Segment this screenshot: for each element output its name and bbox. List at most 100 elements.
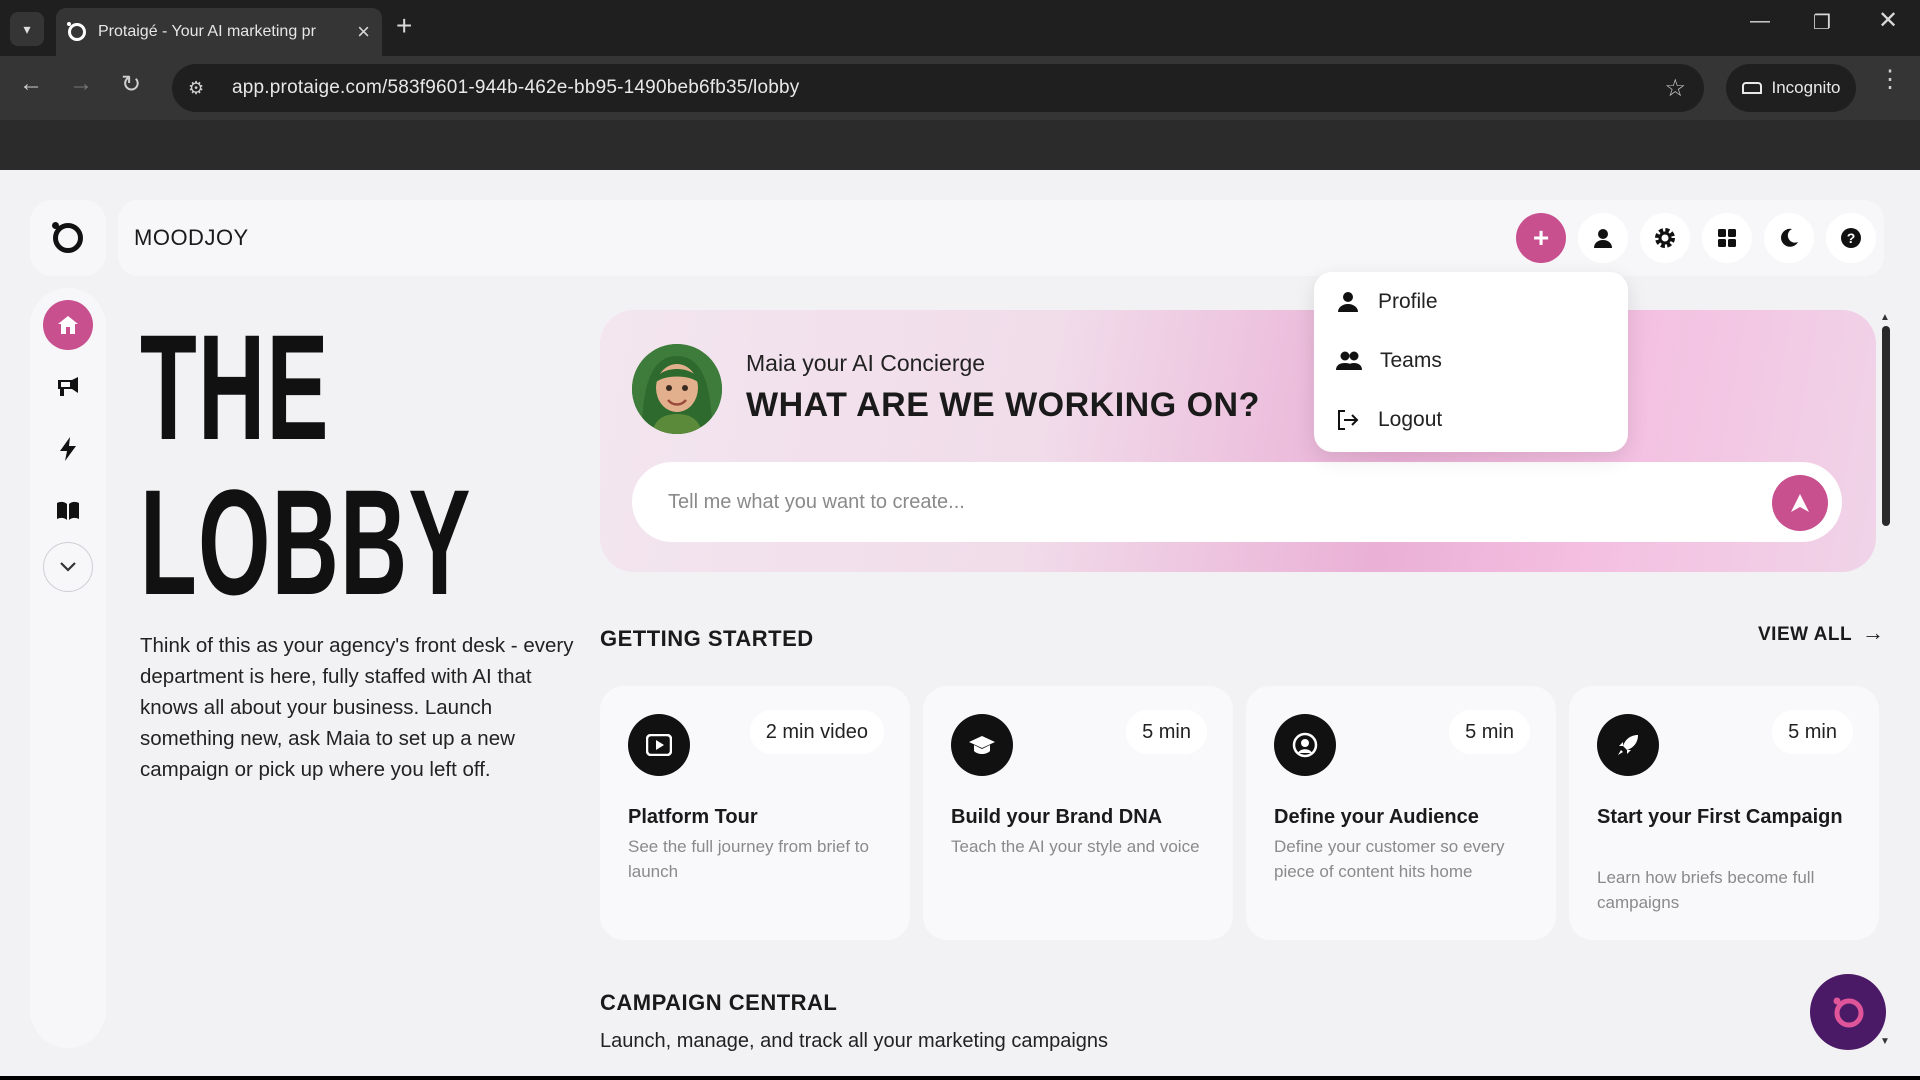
bookmark-star-icon[interactable]: ☆ bbox=[1664, 74, 1686, 103]
card-title: Define your Audience bbox=[1274, 806, 1479, 828]
duration-badge: 5 min bbox=[1126, 710, 1207, 754]
tab-strip: ▾ Protaigé - Your AI marketing pr × + — … bbox=[0, 0, 1920, 56]
incognito-indicator[interactable]: Incognito bbox=[1726, 64, 1856, 112]
app-logo[interactable] bbox=[30, 200, 106, 276]
tab-close-icon[interactable]: × bbox=[357, 21, 370, 43]
apps-grid-button[interactable] bbox=[1702, 213, 1752, 263]
tab-title: Protaigé - Your AI marketing pr bbox=[98, 23, 316, 40]
arrow-right-icon[interactable]: → bbox=[1862, 620, 1884, 646]
chevron-down-icon bbox=[60, 562, 76, 572]
chat-assistant-button[interactable] bbox=[1810, 974, 1886, 1050]
card-title: Build your Brand DNA bbox=[951, 806, 1163, 828]
workspace-name: MOODJOY bbox=[134, 225, 249, 250]
menu-item-label: Teams bbox=[1380, 349, 1442, 372]
screen-bottom-edge bbox=[0, 1076, 1920, 1080]
send-arrow-icon bbox=[1791, 494, 1809, 512]
back-button[interactable]: ← bbox=[14, 70, 48, 98]
card-platform-tour[interactable]: 2 min video Platform Tour See the full j… bbox=[600, 686, 910, 940]
card-title: Platform Tour bbox=[628, 806, 758, 828]
assistant-logo-icon bbox=[1833, 997, 1864, 1028]
send-button[interactable] bbox=[1772, 475, 1828, 531]
sidebar bbox=[30, 288, 106, 1048]
logo-icon bbox=[52, 222, 83, 253]
menu-item-teams[interactable]: Teams bbox=[1336, 341, 1442, 381]
site-info-icon[interactable]: ⚙ bbox=[188, 78, 214, 99]
menu-item-logout[interactable]: Logout bbox=[1336, 400, 1442, 440]
moon-icon bbox=[1781, 228, 1798, 247]
concierge-headline: WHAT ARE WE WORKING ON? bbox=[746, 386, 1260, 424]
sidebar-item-library[interactable] bbox=[43, 486, 93, 536]
dark-mode-button[interactable] bbox=[1764, 213, 1814, 263]
duration-badge: 2 min video bbox=[749, 710, 884, 754]
minimize-button[interactable]: — bbox=[1740, 10, 1780, 33]
card-brand-dna[interactable]: 5 min Build your Brand DNA Teach the AI … bbox=[923, 686, 1233, 940]
concierge-label: Maia your AI Concierge bbox=[746, 350, 986, 376]
incognito-label: Incognito bbox=[1771, 78, 1841, 97]
browser-toolbar: ← → ↻ ⚙ app.protaige.com/583f9601-944b-4… bbox=[0, 56, 1920, 120]
menu-item-label: Profile bbox=[1378, 290, 1438, 313]
lobby-intro: Think of this as your agency's front des… bbox=[140, 634, 574, 781]
forward-button[interactable]: → bbox=[64, 70, 98, 98]
card-description: See the full journey from brief to launc… bbox=[628, 837, 869, 881]
new-tab-button[interactable]: + bbox=[396, 12, 412, 40]
page-title-line1: THE bbox=[140, 303, 330, 471]
grid-icon bbox=[1718, 229, 1736, 247]
restore-button[interactable]: ❐ bbox=[1802, 10, 1842, 35]
tab-search-button[interactable]: ▾ bbox=[10, 12, 44, 46]
card-description: Teach the AI your style and voice bbox=[951, 837, 1200, 856]
browser-menu-icon[interactable]: ⋮ bbox=[1878, 68, 1902, 92]
card-first-campaign[interactable]: 5 min Start your First Campaign Learn ho… bbox=[1569, 686, 1879, 940]
play-icon bbox=[628, 714, 690, 776]
browser-tab[interactable]: Protaigé - Your AI marketing pr × bbox=[56, 8, 382, 56]
campaign-central-heading: CAMPAIGN CENTRAL bbox=[600, 990, 838, 1015]
create-new-button[interactable]: + bbox=[1516, 213, 1566, 263]
sidebar-expand-button[interactable] bbox=[43, 542, 93, 592]
view-all-link[interactable]: VIEW ALL bbox=[1758, 624, 1852, 646]
incognito-icon bbox=[1741, 82, 1762, 94]
lightning-icon bbox=[60, 437, 76, 461]
settings-button[interactable] bbox=[1640, 213, 1690, 263]
maia-concierge-panel: Maia your AI Concierge WHAT ARE WE WORKI… bbox=[600, 310, 1876, 572]
card-define-audience[interactable]: 5 min Define your Audience Define your c… bbox=[1246, 686, 1556, 940]
scroll-down-arrow[interactable]: ▼ bbox=[1880, 1036, 1890, 1047]
user-menu-button[interactable] bbox=[1578, 213, 1628, 263]
card-title: Start your First Campaign bbox=[1597, 806, 1843, 828]
duration-badge: 5 min bbox=[1449, 710, 1530, 754]
duration-badge: 5 min bbox=[1772, 710, 1853, 754]
person-icon bbox=[1338, 292, 1358, 312]
user-dropdown-menu: Profile Teams Logout bbox=[1314, 272, 1628, 452]
svg-text:?: ? bbox=[1847, 230, 1856, 246]
sidebar-item-home[interactable] bbox=[43, 300, 93, 350]
favicon-icon bbox=[67, 22, 86, 41]
scroll-up-arrow[interactable]: ▲ bbox=[1880, 312, 1890, 323]
people-icon bbox=[1336, 351, 1362, 370]
prompt-input[interactable] bbox=[668, 462, 1748, 542]
scrollbar-thumb[interactable] bbox=[1882, 326, 1890, 526]
home-icon bbox=[58, 316, 78, 334]
gear-icon bbox=[1655, 228, 1675, 248]
card-description: Learn how briefs become full campaigns bbox=[1597, 868, 1815, 912]
card-description: Define your customer so every piece of c… bbox=[1274, 837, 1505, 881]
sidebar-item-automations[interactable] bbox=[43, 424, 93, 474]
rocket-icon bbox=[1597, 714, 1659, 776]
getting-started-heading: GETTING STARTED bbox=[600, 626, 814, 651]
help-icon: ? bbox=[1841, 228, 1861, 248]
prompt-box bbox=[632, 462, 1842, 542]
page-title-line2: LOBBY bbox=[140, 458, 472, 626]
user-icon bbox=[1594, 229, 1612, 248]
menu-item-label: Logout bbox=[1378, 408, 1443, 431]
page-title: THE LOBBY bbox=[140, 310, 472, 620]
book-icon bbox=[57, 501, 79, 520]
help-button[interactable]: ? bbox=[1826, 213, 1876, 263]
top-header: MOODJOY + ? bbox=[118, 200, 1884, 276]
sidebar-item-campaigns[interactable] bbox=[43, 362, 93, 412]
close-window-button[interactable]: ✕ bbox=[1868, 6, 1908, 35]
menu-item-profile[interactable]: Profile bbox=[1336, 282, 1438, 322]
maia-avatar bbox=[632, 344, 722, 434]
url-text: app.protaige.com/583f9601-944b-462e-bb95… bbox=[232, 77, 800, 98]
logout-icon bbox=[1338, 410, 1359, 430]
browser-chrome: ▾ Protaigé - Your AI marketing pr × + — … bbox=[0, 0, 1920, 170]
reload-button[interactable]: ↻ bbox=[114, 70, 148, 99]
address-bar[interactable]: ⚙ app.protaige.com/583f9601-944b-462e-bb… bbox=[172, 64, 1704, 112]
app-page: MOODJOY + ? THE LOBBY Think of this as y… bbox=[0, 170, 1920, 1076]
